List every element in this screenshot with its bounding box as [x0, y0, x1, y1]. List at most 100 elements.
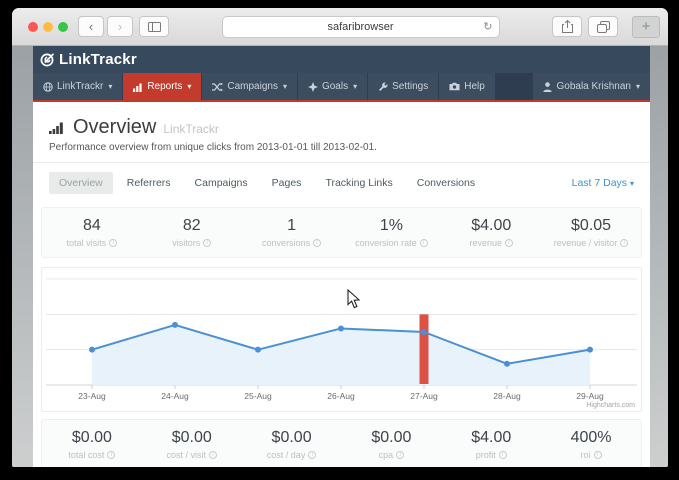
- nav-item-campaigns[interactable]: Campaigns▾: [202, 73, 297, 100]
- nav-item-gobala-krishnan[interactable]: Gobala Krishnan▾: [533, 73, 650, 100]
- sidebar-icon: [148, 22, 161, 32]
- data-point-marker[interactable]: [255, 347, 261, 353]
- globe-icon: [43, 82, 53, 92]
- linktrackr-site: LinkTrackr LinkTrackr▾Reports▾Campaigns▾…: [33, 46, 650, 467]
- info-icon[interactable]: i: [109, 239, 117, 247]
- reload-icon[interactable]: ↻: [483, 20, 492, 33]
- tabs-row: OverviewReferrersCampaignsPagesTracking …: [33, 163, 650, 203]
- address-bar[interactable]: safaribrowser ↻: [222, 16, 500, 38]
- stat-label: cost / visiti: [142, 450, 242, 460]
- zoom-button[interactable]: [58, 22, 68, 32]
- highlight-bar[interactable]: [420, 314, 429, 384]
- stat-conversion-rate: 1%conversion ratei: [341, 208, 441, 257]
- data-point-marker[interactable]: [421, 329, 427, 335]
- x-axis-label: 27-Aug: [410, 391, 438, 401]
- stat-label: total costi: [42, 450, 142, 460]
- forward-button[interactable]: ›: [107, 16, 133, 37]
- stat-label: revenue / visitori: [541, 238, 641, 248]
- new-tab-button[interactable]: +: [632, 16, 660, 38]
- tab-overview[interactable]: Overview: [49, 172, 113, 194]
- tab-conversions[interactable]: Conversions: [407, 172, 485, 194]
- stat-label: cost / dayi: [242, 450, 342, 460]
- tab-pages[interactable]: Pages: [262, 172, 312, 194]
- stat-value: $0.00: [142, 429, 242, 447]
- brand-row: LinkTrackr: [33, 46, 650, 73]
- nav-menu: LinkTrackr▾Reports▾Campaigns▾Goals▾Setti…: [33, 73, 650, 100]
- data-point-marker[interactable]: [504, 361, 510, 367]
- tab-campaigns[interactable]: Campaigns: [185, 172, 258, 194]
- data-point-marker[interactable]: [89, 347, 95, 353]
- stat-conversions: 1 conversionsi: [242, 208, 342, 257]
- minimize-button[interactable]: [43, 22, 53, 32]
- chevron-down-icon: ▾: [283, 82, 287, 91]
- help-icon: [449, 82, 460, 91]
- close-button[interactable]: [28, 22, 38, 32]
- sidebar-toggle-button[interactable]: [139, 16, 169, 37]
- x-axis-label: 23-Aug: [78, 391, 106, 401]
- date-range-selector[interactable]: Last 7 Days ▾: [572, 177, 634, 189]
- stat-label: conversionsi: [242, 238, 342, 248]
- tab-referrers[interactable]: Referrers: [117, 172, 181, 194]
- data-point-marker[interactable]: [587, 347, 593, 353]
- info-icon[interactable]: i: [594, 451, 602, 459]
- info-icon[interactable]: i: [505, 239, 513, 247]
- stat-value: 1: [242, 217, 342, 235]
- browser-toolbar: ‹ › safaribrowser ↻: [12, 8, 668, 46]
- wrench-icon: [378, 82, 388, 92]
- nav-item-label: Help: [464, 81, 485, 92]
- x-axis-label: 28-Aug: [493, 391, 521, 401]
- brand-name: LinkTrackr: [59, 51, 137, 68]
- info-icon[interactable]: i: [203, 239, 211, 247]
- nav-item-label: Settings: [392, 81, 428, 92]
- info-icon[interactable]: i: [209, 451, 217, 459]
- share-button[interactable]: [552, 16, 582, 37]
- nav-item-settings[interactable]: Settings: [368, 73, 438, 100]
- stat-label: conversion ratei: [341, 238, 441, 248]
- info-icon[interactable]: i: [420, 239, 428, 247]
- visits-chart-panel[interactable]: 23-Aug24-Aug25-Aug26-Aug27-Aug28-Aug29-A…: [41, 267, 642, 412]
- stat-label: visitorsi: [142, 238, 242, 248]
- info-icon[interactable]: i: [499, 451, 507, 459]
- stat-value: $0.00: [42, 429, 142, 447]
- info-icon[interactable]: i: [313, 239, 321, 247]
- stat-revenue-visitor: $0.05 revenue / visitori: [541, 208, 641, 257]
- tabs-icon: [597, 21, 610, 33]
- area-fill: [92, 325, 590, 385]
- tab-overview-button[interactable]: [588, 16, 618, 37]
- nav-item-reports[interactable]: Reports▾: [123, 73, 201, 100]
- x-axis-label: 29-Aug: [576, 391, 604, 401]
- site-navbar: LinkTrackr LinkTrackr▾Reports▾Campaigns▾…: [33, 46, 650, 102]
- stat-label: total visitsi: [42, 238, 142, 248]
- data-point-marker[interactable]: [338, 325, 344, 331]
- browser-window: ‹ › safaribrowser ↻: [12, 8, 668, 467]
- info-icon[interactable]: i: [308, 451, 316, 459]
- stats-panel-bottom: $0.00total costi$0.00cost / visiti$0.00c…: [41, 419, 642, 467]
- page-header: Overview LinkTrackr Performance overview…: [33, 102, 650, 163]
- info-icon[interactable]: i: [396, 451, 404, 459]
- stat-value: $0.00: [242, 429, 342, 447]
- nav-item-label: Reports: [147, 81, 182, 92]
- data-point-marker[interactable]: [172, 322, 178, 328]
- goals-icon: [308, 82, 318, 92]
- stats-panel-top: 84total visitsi82visitorsi1conversionsi1…: [41, 207, 642, 258]
- stat-label: roii: [541, 450, 641, 460]
- nav-item-goals[interactable]: Goals▾: [298, 73, 367, 100]
- overview-page: Overview LinkTrackr Performance overview…: [33, 102, 650, 467]
- info-icon[interactable]: i: [620, 239, 628, 247]
- back-button[interactable]: ‹: [78, 16, 104, 37]
- tab-tracking-links[interactable]: Tracking Links: [315, 172, 402, 194]
- stat-label: revenuei: [441, 238, 541, 248]
- stat-profit: $4.00profiti: [441, 420, 541, 467]
- nav-item-help[interactable]: Help: [439, 73, 495, 100]
- x-axis-label: 26-Aug: [327, 391, 355, 401]
- stat-value: $0.05: [541, 217, 641, 235]
- nav-item-linktrackr[interactable]: LinkTrackr▾: [33, 73, 122, 100]
- stat-cost-day: $0.00 cost / dayi: [242, 420, 342, 467]
- nav-item-label: Gobala Krishnan: [556, 81, 631, 92]
- chart-credit[interactable]: Highcharts.com: [586, 402, 635, 409]
- info-icon[interactable]: i: [107, 451, 115, 459]
- date-range-label: Last 7 Days: [572, 177, 627, 189]
- page-subtitle: Performance overview from unique clicks …: [49, 142, 634, 153]
- stat-label: cpai: [341, 450, 441, 460]
- stat-total-visits: 84total visitsi: [42, 208, 142, 257]
